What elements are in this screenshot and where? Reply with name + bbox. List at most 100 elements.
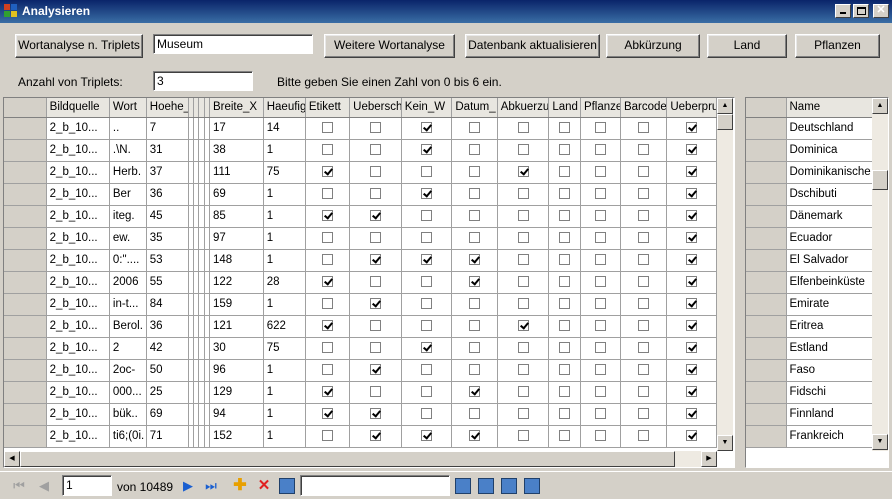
cell-abkuerzu[interactable] — [497, 337, 550, 360]
cell-wort[interactable]: Herb. — [109, 161, 147, 184]
row-header[interactable] — [746, 293, 787, 316]
cell-datum[interactable] — [451, 315, 498, 338]
cell-etikett[interactable] — [305, 139, 351, 162]
cell-haeufig[interactable]: 1 — [263, 183, 306, 206]
cell-bildquelle[interactable]: 2_b_10... — [46, 381, 110, 404]
table-row[interactable]: 2_b_10... 0:".... 53 148 1 — [4, 249, 717, 272]
triplets-input[interactable]: 3 — [153, 71, 253, 91]
cell-etikett[interactable] — [305, 227, 351, 250]
etikett-checkbox[interactable] — [322, 254, 334, 266]
cell-breite[interactable]: 96 — [209, 359, 264, 382]
kein-w-checkbox[interactable] — [421, 342, 433, 354]
cell-haeufig[interactable]: 1 — [263, 293, 306, 316]
land-checkbox[interactable] — [559, 364, 571, 376]
kein-w-checkbox[interactable] — [421, 166, 433, 178]
cell-haeufig[interactable]: 1 — [263, 249, 306, 272]
cell-ueberschr[interactable] — [349, 403, 402, 426]
row-header[interactable] — [746, 161, 787, 184]
cell-breite[interactable]: 159 — [209, 293, 264, 316]
etikett-checkbox[interactable] — [322, 364, 334, 376]
cell-wort[interactable]: ew. — [109, 227, 147, 250]
barcode-checkbox[interactable] — [638, 386, 650, 398]
kein-w-checkbox[interactable] — [421, 386, 433, 398]
cell-kein-w[interactable] — [401, 183, 453, 206]
col-header-barcode[interactable]: Barcode — [620, 98, 668, 118]
cell-bildquelle[interactable]: 2_b_10... — [46, 337, 110, 360]
cell-country-name[interactable]: Dschibuti — [786, 183, 873, 206]
cell-kein-w[interactable] — [401, 293, 453, 316]
cell-barcode[interactable] — [620, 425, 668, 448]
cell-ueberpru[interactable] — [666, 161, 717, 184]
table-row[interactable]: 2_b_10..... 7 17 14 — [4, 117, 717, 140]
abkuerzu-checkbox[interactable] — [517, 386, 529, 398]
etikett-checkbox[interactable] — [322, 342, 334, 354]
ueberpru-checkbox[interactable] — [686, 276, 698, 288]
table-row[interactable]: 2_b_10... bük.. 69 94 1 — [4, 403, 717, 426]
cell-country-name[interactable]: Fidschi — [786, 381, 873, 404]
cell-haeufig[interactable]: 1 — [263, 139, 306, 162]
table-row[interactable]: 2_b_10... in-t... 84 159 1 — [4, 293, 717, 316]
cell-hoehe[interactable]: 69 — [146, 403, 189, 426]
cell-abkuerzu[interactable] — [497, 381, 550, 404]
cell-ueberpru[interactable] — [666, 381, 717, 404]
cell-abkuerzu[interactable] — [497, 359, 550, 382]
ueberschr-checkbox[interactable] — [369, 320, 381, 332]
list-item[interactable]: Emirate — [746, 293, 873, 316]
country-grid[interactable]: Name DeutschlandDominicaDominikanische .… — [745, 97, 889, 468]
abkuerzu-checkbox[interactable] — [517, 166, 529, 178]
barcode-checkbox[interactable] — [638, 232, 650, 244]
cell-haeufig[interactable]: 1 — [263, 205, 306, 228]
ueberpru-checkbox[interactable] — [686, 408, 698, 420]
datum-checkbox[interactable] — [469, 166, 481, 178]
cell-datum[interactable] — [451, 359, 498, 382]
row-header[interactable] — [4, 161, 47, 184]
cell-ueberpru[interactable] — [666, 117, 717, 140]
delete-icon[interactable]: ✕ — [256, 478, 272, 494]
row-header[interactable] — [4, 403, 47, 426]
cell-etikett[interactable] — [305, 271, 351, 294]
list-item[interactable]: Frankreich — [746, 425, 873, 448]
cell-barcode[interactable] — [620, 315, 668, 338]
cell-datum[interactable] — [451, 161, 498, 184]
cell-datum[interactable] — [451, 425, 498, 448]
cell-wort[interactable]: 2 — [109, 337, 147, 360]
cell-pflanze[interactable] — [580, 425, 621, 448]
cell-land[interactable] — [548, 403, 581, 426]
barcode-checkbox[interactable] — [638, 320, 650, 332]
pflanze-checkbox[interactable] — [594, 364, 606, 376]
land-checkbox[interactable] — [559, 144, 571, 156]
cell-pflanze[interactable] — [580, 337, 621, 360]
land-checkbox[interactable] — [559, 210, 571, 222]
cell-haeufig[interactable]: 75 — [263, 161, 306, 184]
pflanze-checkbox[interactable] — [594, 430, 606, 442]
cell-hoehe[interactable]: 7 — [146, 117, 189, 140]
cell-ueberschr[interactable] — [349, 205, 402, 228]
cell-pflanze[interactable] — [580, 359, 621, 382]
cell-wort[interactable]: ti6;(0i. — [109, 425, 147, 448]
cell-ueberschr[interactable] — [349, 161, 402, 184]
cell-breite[interactable]: 111 — [209, 161, 264, 184]
ueberpru-checkbox[interactable] — [686, 210, 698, 222]
pflanze-checkbox[interactable] — [594, 254, 606, 266]
cell-ueberschr[interactable] — [349, 315, 402, 338]
row-header[interactable] — [746, 205, 787, 228]
ueberschr-checkbox[interactable] — [369, 166, 381, 178]
cell-breite[interactable]: 97 — [209, 227, 264, 250]
list-item[interactable]: Deutschland — [746, 117, 873, 140]
barcode-checkbox[interactable] — [638, 408, 650, 420]
row-header[interactable] — [746, 249, 787, 272]
cell-hoehe[interactable]: 37 — [146, 161, 189, 184]
list-item[interactable]: Eritrea — [746, 315, 873, 338]
cell-breite[interactable]: 30 — [209, 337, 264, 360]
etikett-checkbox[interactable] — [322, 144, 334, 156]
ueberpru-checkbox[interactable] — [686, 342, 698, 354]
table-row[interactable]: 2_b_10... 2006 55 122 28 — [4, 271, 717, 294]
cell-pflanze[interactable] — [580, 205, 621, 228]
cell-etikett[interactable] — [305, 183, 351, 206]
cell-etikett[interactable] — [305, 205, 351, 228]
cell-bildquelle[interactable]: 2_b_10... — [46, 139, 110, 162]
row-header[interactable] — [746, 117, 787, 140]
barcode-checkbox[interactable] — [638, 166, 650, 178]
cell-etikett[interactable] — [305, 315, 351, 338]
cell-abkuerzu[interactable] — [497, 315, 550, 338]
